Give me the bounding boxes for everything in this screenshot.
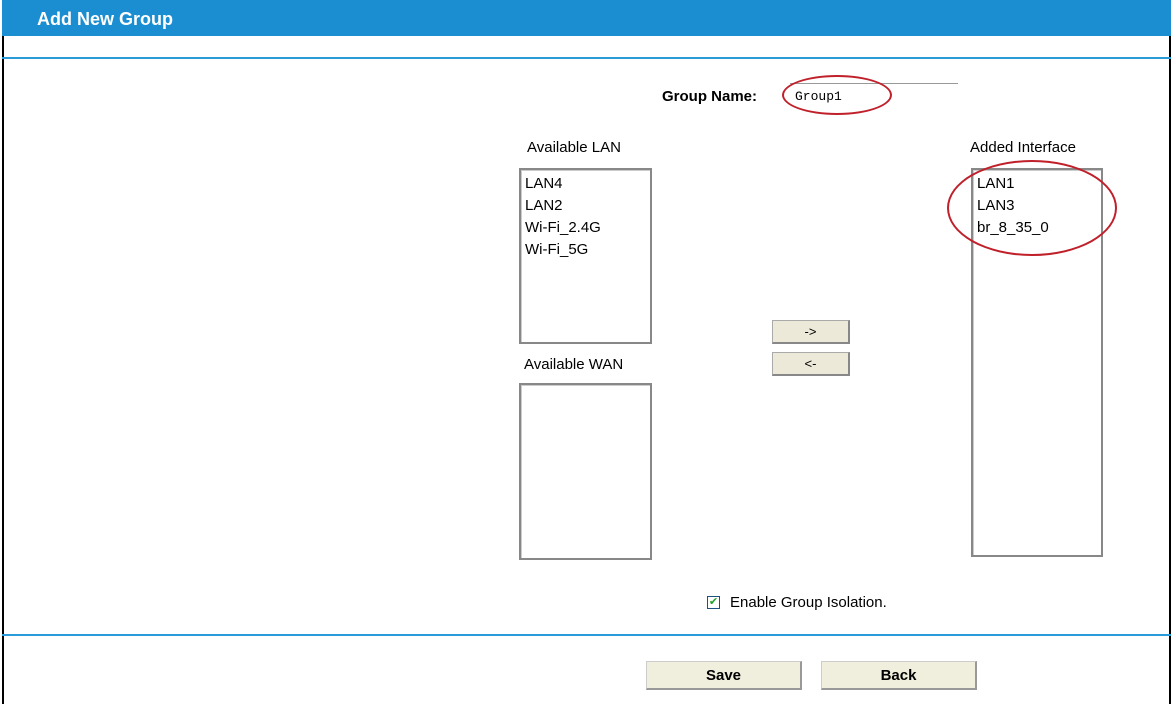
list-item[interactable]: Wi-Fi_5G	[525, 239, 646, 261]
header-bar: Add New Group	[2, 0, 1171, 36]
isolation-checkbox[interactable]: ✔	[707, 596, 720, 609]
move-left-button[interactable]: <-	[772, 352, 850, 376]
page-title: Add New Group	[37, 9, 173, 29]
available-lan-list[interactable]: LAN4 LAN2 Wi-Fi_2.4G Wi-Fi_5G	[519, 168, 652, 344]
list-item[interactable]: LAN2	[525, 195, 646, 217]
added-interface-label: Added Interface	[970, 139, 1076, 156]
annotation-oval-interfaces	[947, 160, 1117, 256]
available-wan-list[interactable]	[519, 383, 652, 560]
isolation-label: Enable Group Isolation.	[730, 594, 887, 611]
group-name-label: Group Name:	[662, 88, 758, 105]
save-button[interactable]: Save	[646, 661, 802, 690]
move-right-button[interactable]: ->	[772, 320, 850, 344]
list-item[interactable]: Wi-Fi_2.4G	[525, 217, 646, 239]
list-item[interactable]: LAN4	[525, 173, 646, 195]
bottom-divider	[2, 634, 1171, 636]
available-wan-label: Available WAN	[524, 356, 624, 373]
available-lan-label: Available LAN	[527, 139, 621, 156]
top-divider	[2, 57, 1171, 59]
back-button[interactable]: Back	[821, 661, 977, 690]
annotation-oval-name	[782, 75, 892, 115]
